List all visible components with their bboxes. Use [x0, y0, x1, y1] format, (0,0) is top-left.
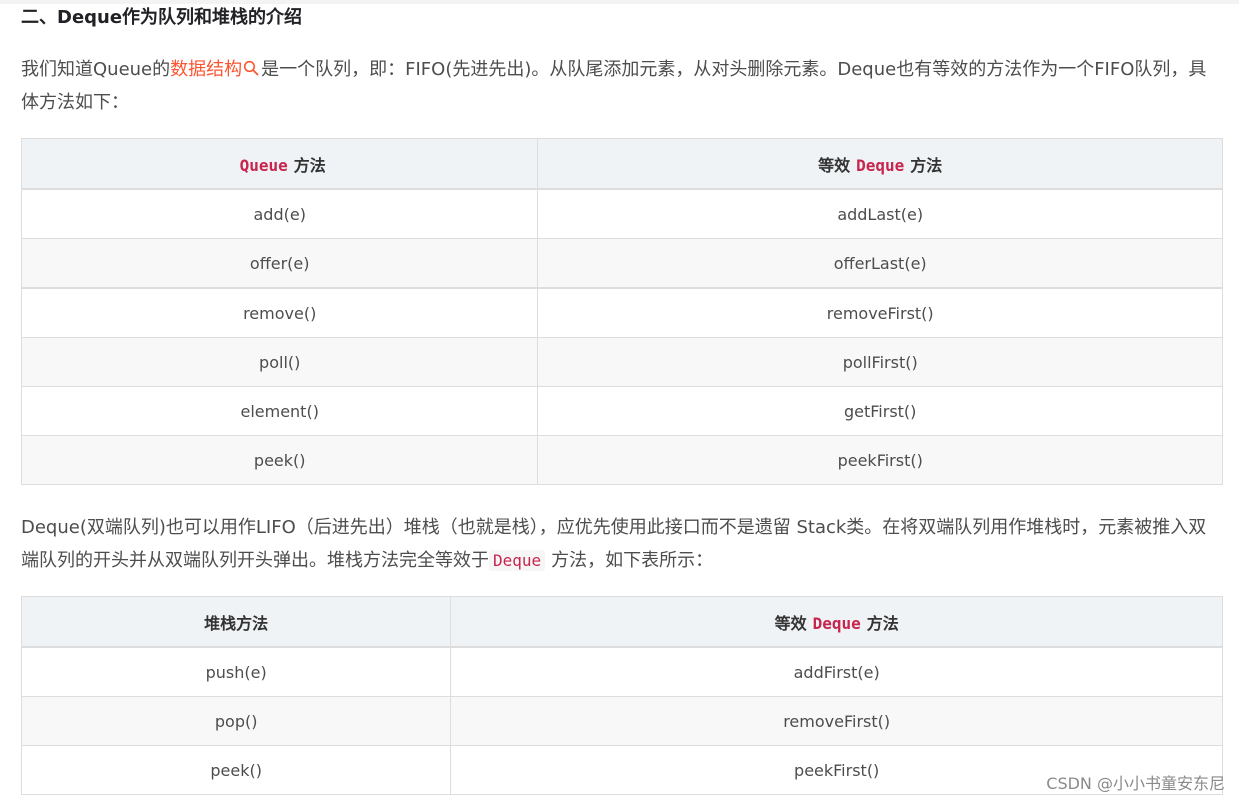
- deque-method-cell: removeFirst(): [450, 696, 1223, 746]
- table-row: pop() removeFirst(): [20, 696, 1223, 746]
- intro-text-before-link: 我们知道Queue的: [21, 59, 171, 80]
- queue-method-cell: offer(e): [20, 238, 539, 289]
- intro-paragraph: 我们知道Queue的数据结构 是一个队列，即：FIFO(先进先出)。从队尾添加元素…: [21, 53, 1221, 119]
- table-row: peek() peekFirst(): [20, 435, 1223, 485]
- data-structure-link-label[interactable]: 数据结构: [170, 59, 242, 80]
- header-equivalent-deque-method: 等效 Deque 方法: [450, 596, 1223, 648]
- deque-method-cell: addLast(e): [537, 188, 1223, 239]
- stack-text-after-code: 方法，如下表所示：: [551, 550, 714, 571]
- table-header-row: 堆栈方法 等效 Deque 方法: [20, 596, 1223, 648]
- queue-method-cell: poll(): [20, 337, 539, 387]
- deque-method-cell: removeFirst(): [537, 287, 1223, 338]
- queue-method-cell: element(): [20, 386, 539, 436]
- header-stack-method: 堆栈方法: [20, 596, 452, 648]
- stack-method-cell: pop(): [20, 696, 452, 746]
- deque-method-cell: peekFirst(): [537, 435, 1223, 485]
- table-row: poll() pollFirst(): [20, 337, 1223, 387]
- header-code-label: Queue: [239, 155, 288, 175]
- table-header-row: Queue 方法 等效 Deque 方法: [20, 138, 1223, 190]
- table-row: push(e) addFirst(e): [20, 646, 1223, 697]
- header-text: 方法: [866, 613, 899, 633]
- queue-deque-methods-table: Queue 方法 等效 Deque 方法 add(e) addLast(e) offe…: [20, 138, 1223, 485]
- stack-deque-methods-table: 堆栈方法 等效 Deque 方法 push(e) addFirst(e) pop()…: [20, 596, 1223, 795]
- header-text: 等效: [774, 613, 807, 633]
- stack-method-cell: push(e): [20, 646, 452, 697]
- deque-method-cell: addFirst(e): [450, 646, 1223, 697]
- table-row: element() getFirst(): [20, 386, 1223, 436]
- section-heading: 二、Deque作为队列和堆栈的介绍: [21, 7, 303, 28]
- queue-method-cell: add(e): [20, 188, 539, 239]
- queue-method-cell: peek(): [20, 435, 539, 485]
- table-row: remove() removeFirst(): [20, 287, 1223, 338]
- header-equivalent-deque-method: 等效 Deque 方法: [537, 138, 1223, 190]
- header-code-label: Deque: [812, 613, 861, 633]
- header-queue-method: Queue 方法: [20, 138, 539, 190]
- table-row: peek() peekFirst(): [20, 745, 1223, 795]
- header-text: 方法: [293, 155, 326, 175]
- header-text: 等效: [818, 155, 851, 175]
- queue-method-cell: remove(): [20, 287, 539, 338]
- header-text: 方法: [910, 155, 943, 175]
- deque-method-cell: getFirst(): [537, 386, 1223, 436]
- deque-method-cell: pollFirst(): [537, 337, 1223, 387]
- data-structure-link[interactable]: 数据结构: [170, 59, 261, 80]
- inline-code-deque: Deque: [489, 550, 546, 571]
- table-row: add(e) addLast(e): [20, 188, 1223, 239]
- header-code-label: Deque: [856, 155, 905, 175]
- deque-method-cell: offerLast(e): [537, 238, 1223, 289]
- table-row: offer(e) offerLast(e): [20, 238, 1223, 289]
- search-icon[interactable]: [243, 54, 259, 76]
- stack-paragraph: Deque(双端队列)也可以用作LIFO（后进先出）堆栈（也就是栈），应优先使用…: [21, 511, 1221, 577]
- stack-method-cell: peek(): [20, 745, 452, 795]
- csdn-watermark: CSDN @小小书童安东尼: [1046, 774, 1225, 793]
